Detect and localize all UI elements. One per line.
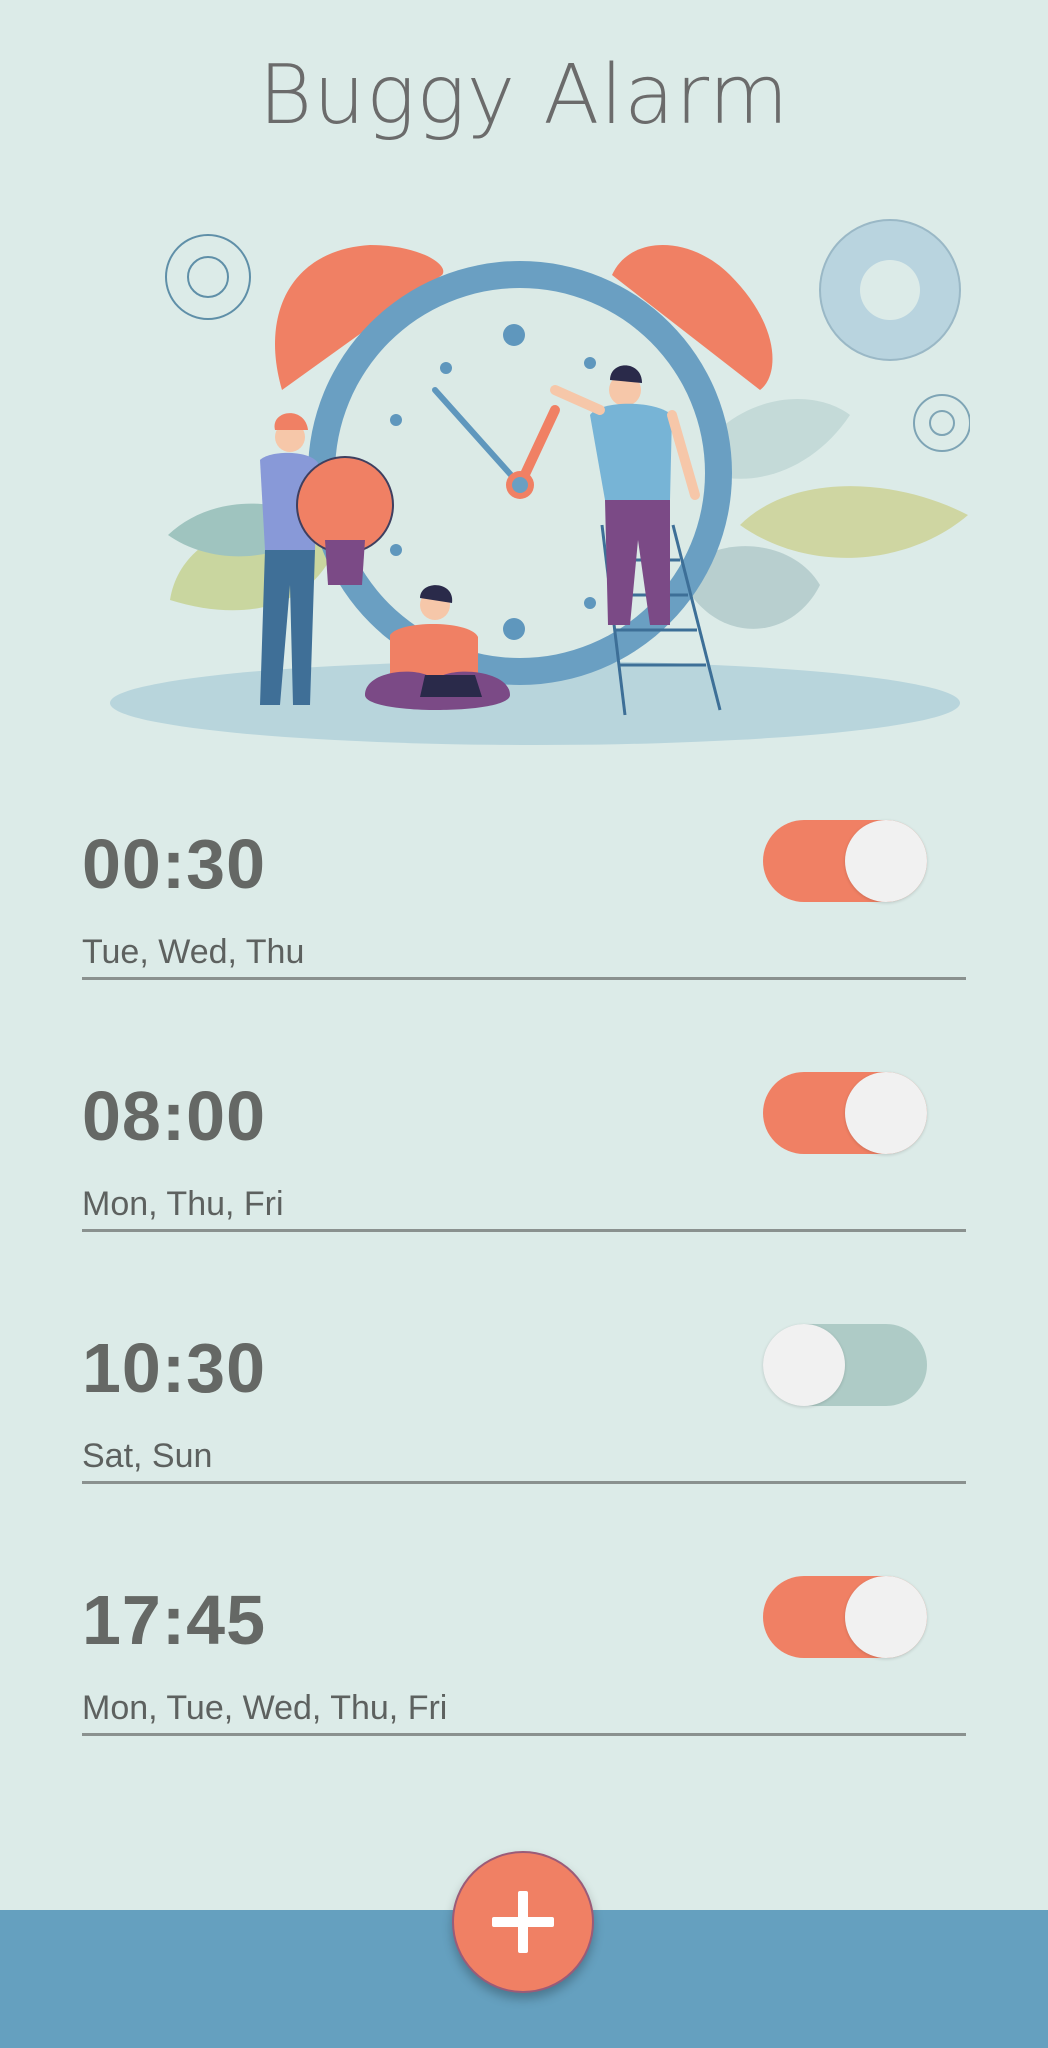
- alarm-toggle[interactable]: [763, 820, 927, 902]
- plus-icon: [492, 1891, 554, 1953]
- alarm-item[interactable]: 10:30 Sat, Sun: [82, 1304, 966, 1556]
- add-alarm-button[interactable]: [452, 1851, 594, 1993]
- toggle-knob: [845, 1576, 927, 1658]
- alarm-days: Mon, Thu, Fri: [82, 1185, 284, 1223]
- alarm-time[interactable]: 00:30: [82, 824, 266, 904]
- divider: [82, 1733, 966, 1736]
- alarm-item[interactable]: 17:45 Mon, Tue, Wed, Thu, Fri: [82, 1556, 966, 1808]
- alarm-toggle[interactable]: [763, 1072, 927, 1154]
- toggle-knob: [763, 1324, 845, 1406]
- hero-illustration: [110, 219, 970, 745]
- toggle-knob: [845, 1072, 927, 1154]
- alarm-list: 00:30 Tue, Wed, Thu 08:00 Mon, Thu, Fri …: [82, 800, 966, 1808]
- alarm-time[interactable]: 08:00: [82, 1076, 266, 1156]
- divider: [82, 977, 966, 980]
- alarm-time[interactable]: 10:30: [82, 1328, 266, 1408]
- alarm-toggle[interactable]: [763, 1576, 927, 1658]
- alarm-days: Mon, Tue, Wed, Thu, Fri: [82, 1689, 448, 1727]
- divider: [82, 1481, 966, 1484]
- alarm-toggle[interactable]: [763, 1324, 927, 1406]
- alarm-time[interactable]: 17:45: [82, 1580, 266, 1660]
- alarm-item[interactable]: 00:30 Tue, Wed, Thu: [82, 800, 966, 1052]
- toggle-knob: [845, 820, 927, 902]
- alarm-days: Tue, Wed, Thu: [82, 933, 305, 971]
- divider: [82, 1229, 966, 1232]
- alarm-item[interactable]: 08:00 Mon, Thu, Fri: [82, 1052, 966, 1304]
- alarm-days: Sat, Sun: [82, 1437, 213, 1475]
- app-title: Buggy Alarm: [258, 48, 790, 143]
